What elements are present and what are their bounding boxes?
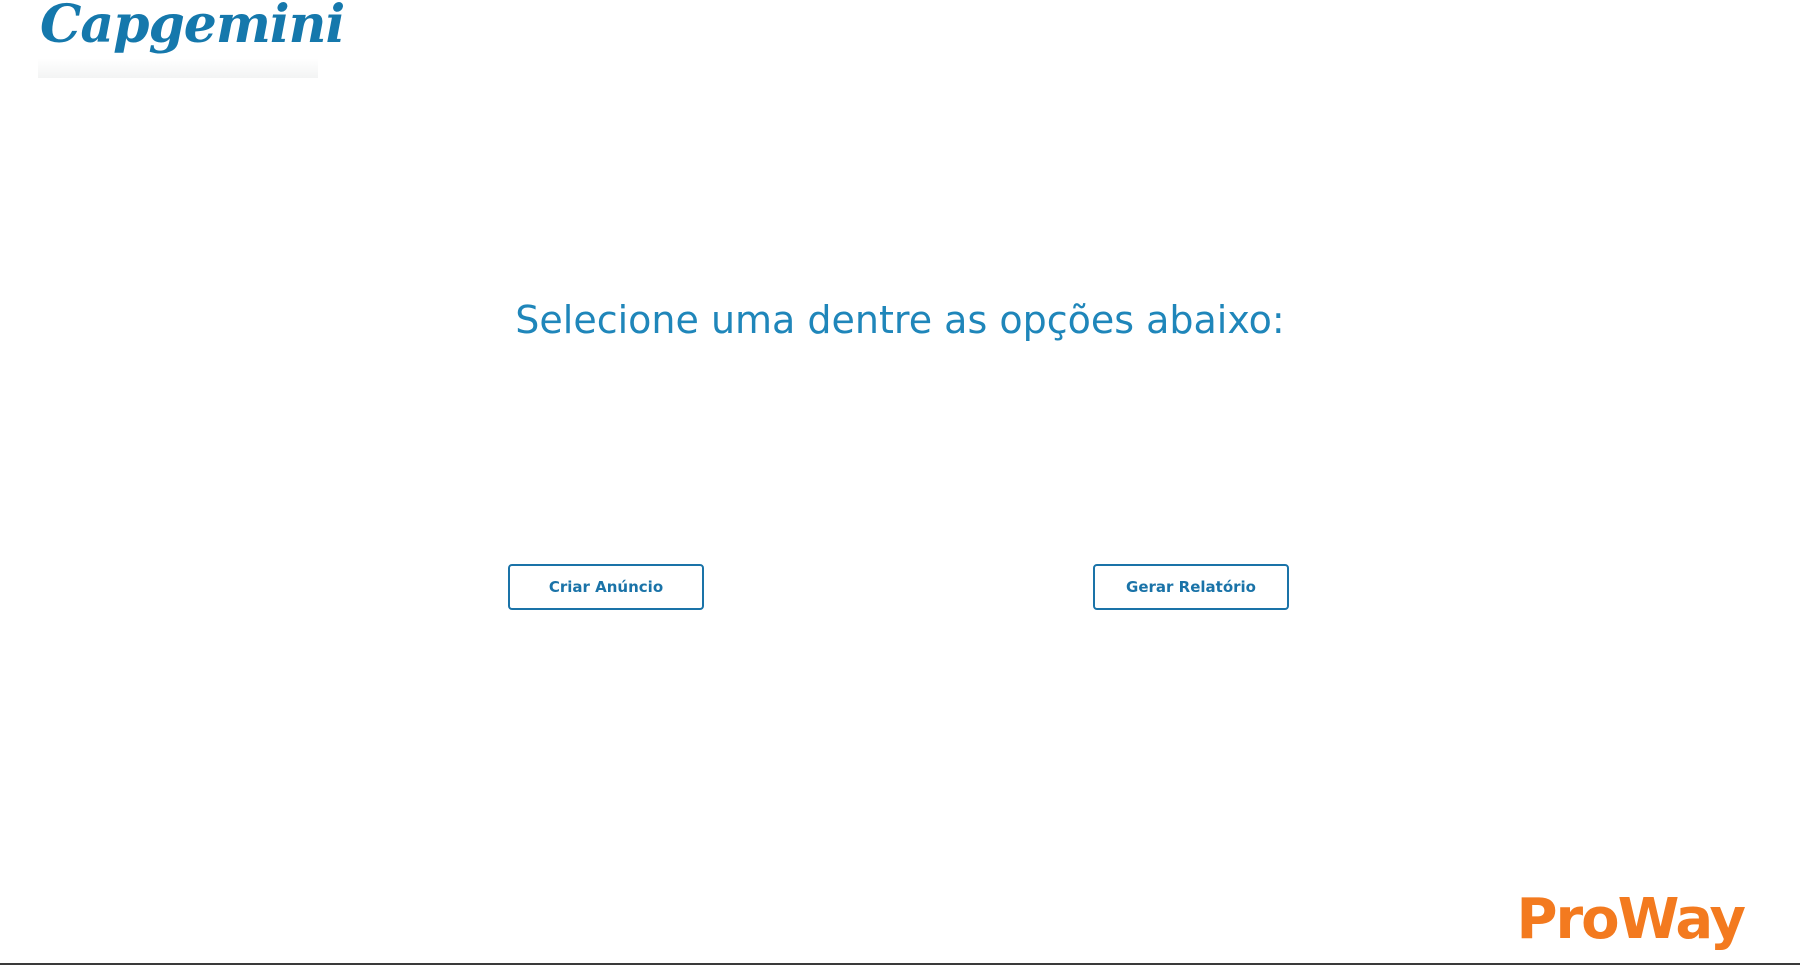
capgemini-logo: Capgemini bbox=[38, 0, 345, 78]
proway-logo-text: ProWay bbox=[1516, 887, 1746, 952]
proway-logo: ProWay bbox=[1516, 880, 1746, 960]
page-title: Selecione uma dentre as opções abaixo: bbox=[515, 298, 1285, 342]
capgemini-logo-text: Capgemini bbox=[40, 0, 345, 55]
generate-report-button[interactable]: Gerar Relatório bbox=[1093, 564, 1289, 610]
create-ad-button[interactable]: Criar Anúncio bbox=[508, 564, 704, 610]
page: Capgemini Selecione uma dentre as opções… bbox=[0, 0, 1800, 965]
